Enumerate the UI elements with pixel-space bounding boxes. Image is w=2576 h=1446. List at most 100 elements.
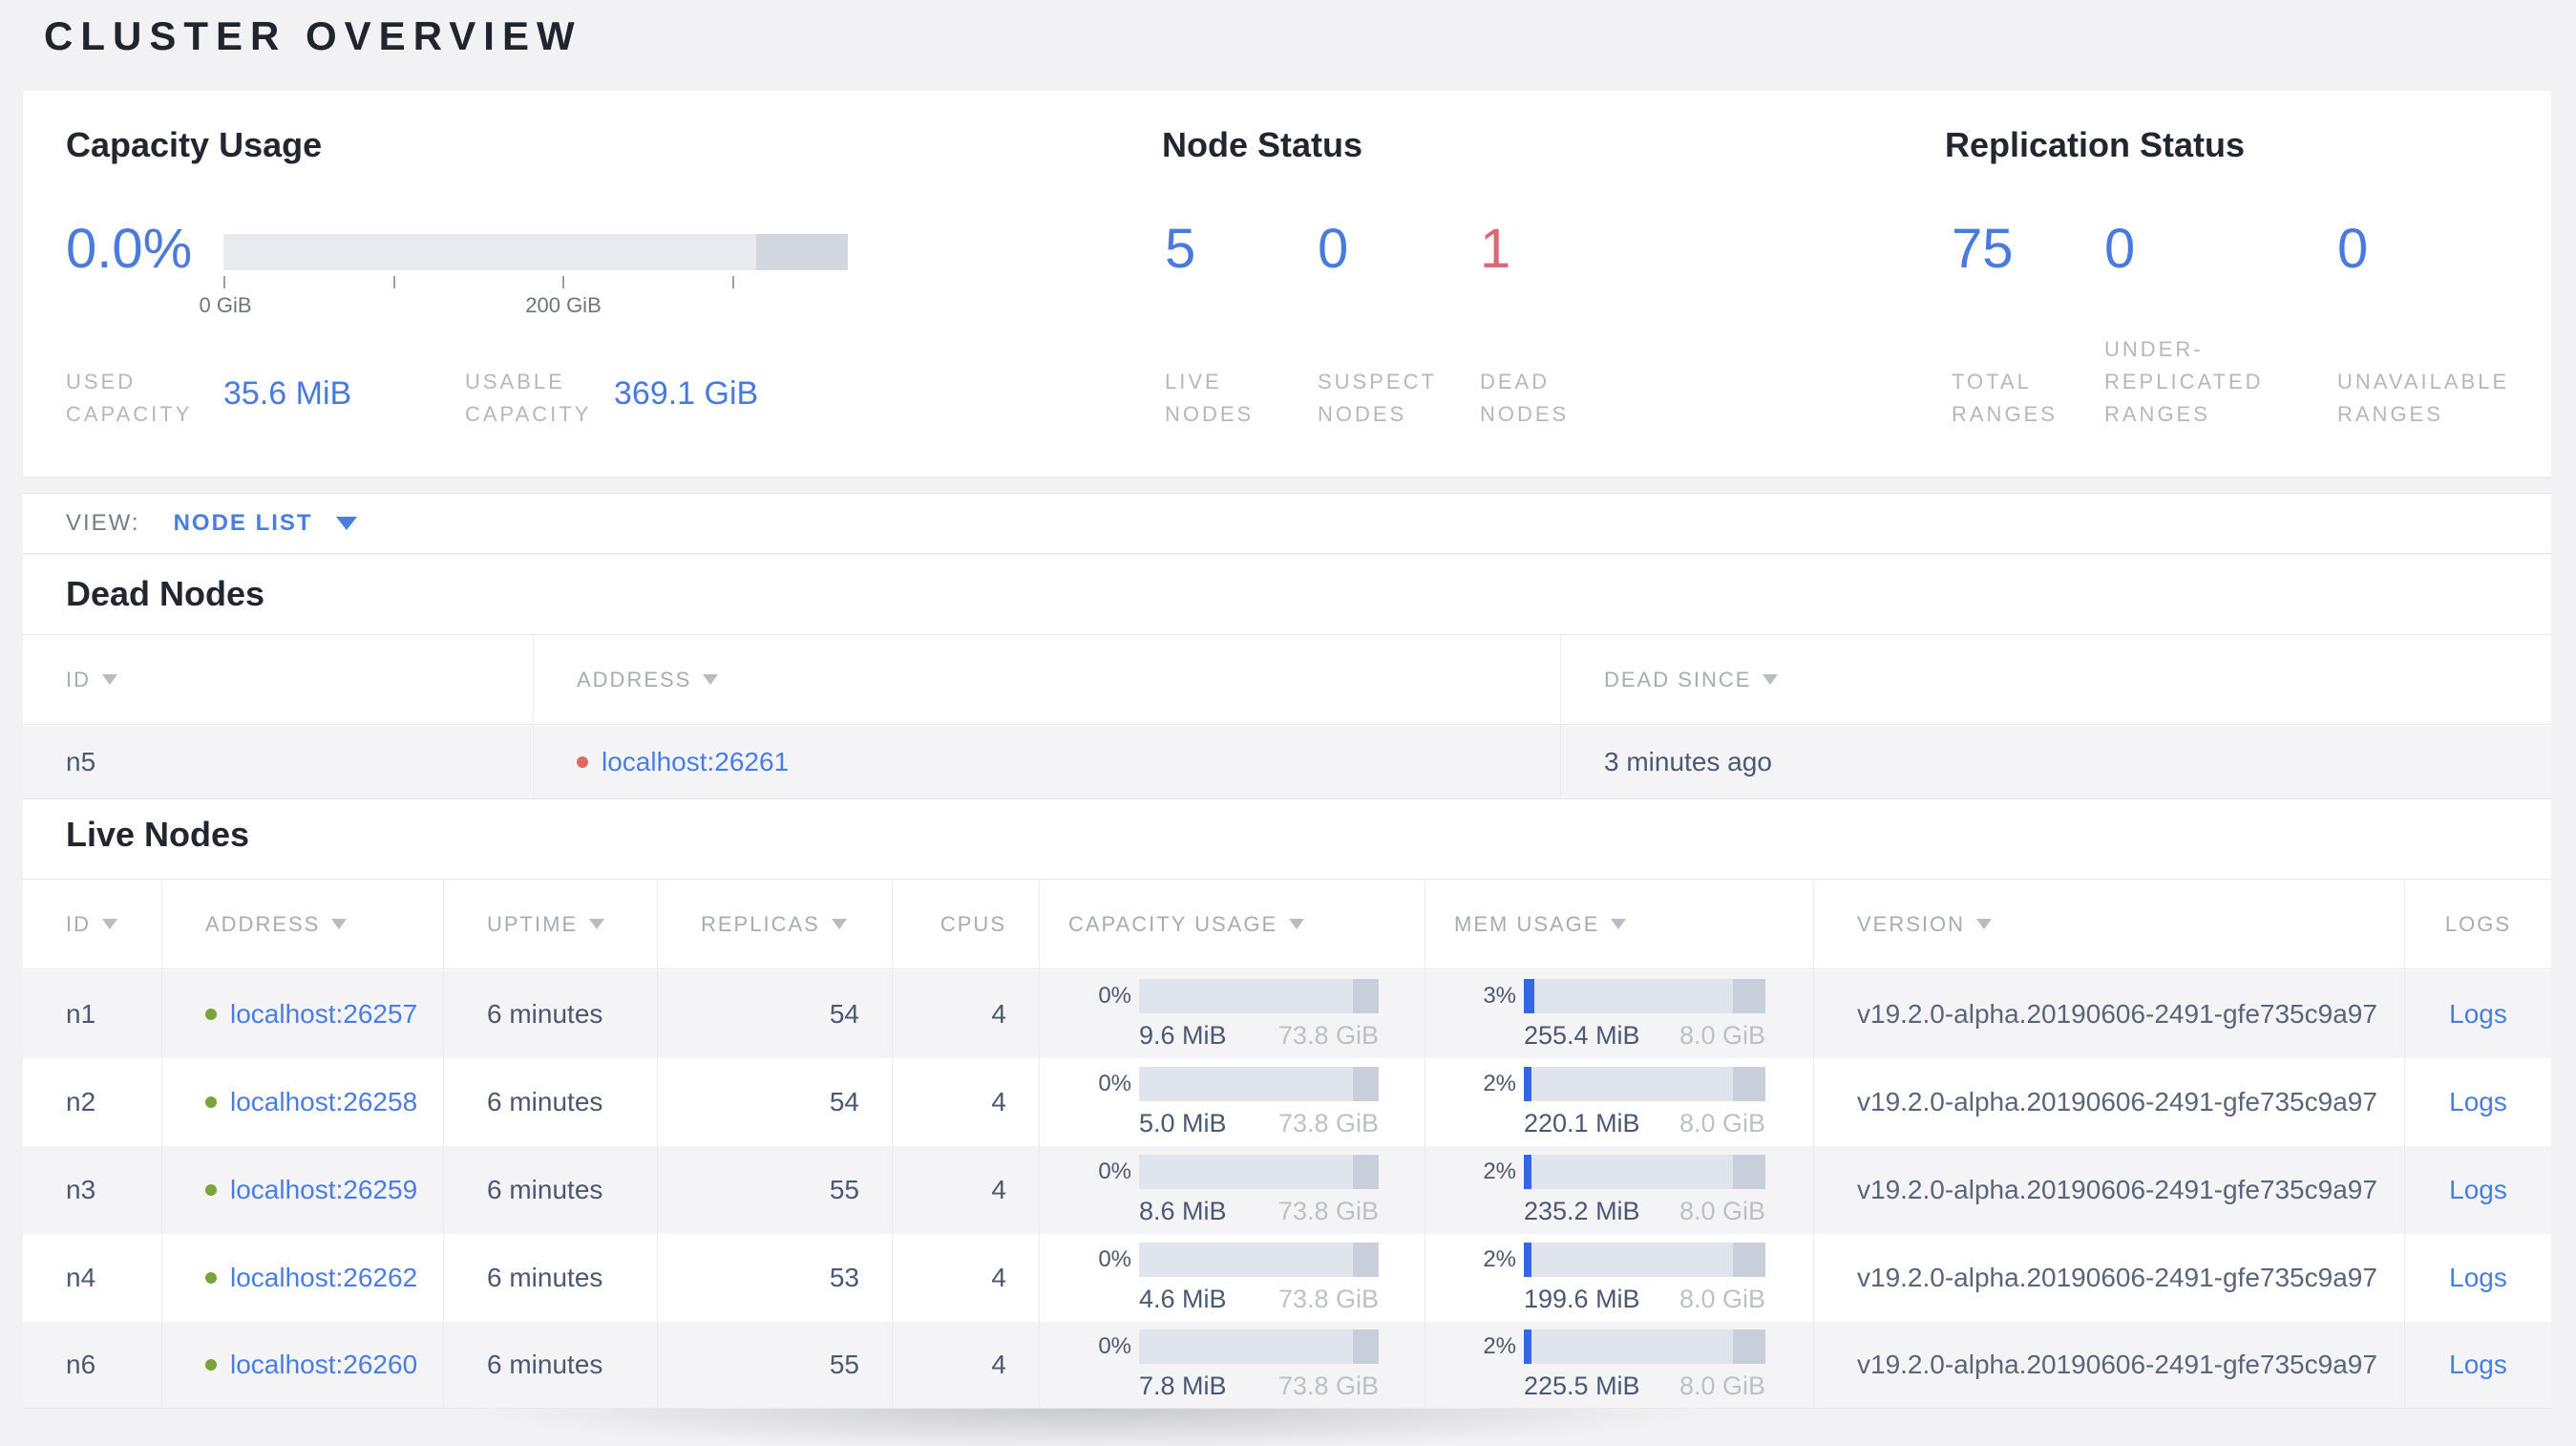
view-selector-bar: VIEW: NODE LIST	[23, 493, 2551, 554]
nodes-panel: Dead Nodes ID ADDRESS DEAD SINCE n5 loca…	[23, 555, 2551, 1409]
dead-col-id[interactable]: ID	[23, 635, 534, 724]
cpus-value: 4	[991, 999, 1006, 1029]
dead-node-address-link[interactable]: localhost:26261	[602, 747, 789, 777]
logs-link[interactable]: Logs	[2449, 1350, 2507, 1380]
mem-bar	[1524, 1242, 1765, 1277]
usable-capacity-label: USABLE CAPACITY	[465, 366, 591, 431]
capacity-bar	[1139, 1242, 1379, 1277]
dead-node-id-value: n5	[66, 747, 96, 776]
mem-bar	[1524, 978, 1765, 1013]
node-id-cell: n2	[23, 1058, 162, 1146]
live-node-row: n3 localhost:26259 6 minutes 55 4 0% 8.6…	[23, 1146, 2551, 1234]
chevron-down-icon[interactable]	[335, 517, 357, 530]
live-col-uptime[interactable]: UPTIME	[444, 880, 658, 968]
total-ranges-count: 75	[1952, 218, 2014, 280]
cpus-value: 4	[991, 1175, 1006, 1204]
node-address-link[interactable]: localhost:26260	[230, 1350, 417, 1380]
dead-col-address[interactable]: ADDRESS	[534, 635, 1561, 724]
live-col-address[interactable]: ADDRESS	[162, 880, 444, 968]
mem-used-value: 199.6 MiB	[1524, 1284, 1640, 1313]
uptime-value: 6 minutes	[487, 1175, 603, 1204]
node-id-value: n1	[66, 999, 96, 1029]
live-col-id-label: ID	[66, 911, 91, 936]
logs-link[interactable]: Logs	[2449, 1087, 2507, 1117]
dead-col-id-label: ID	[66, 667, 91, 691]
capacity-bar-other-segment	[756, 234, 848, 270]
mem-pct: 2%	[1483, 1332, 1516, 1359]
view-dropdown[interactable]: NODE LIST	[174, 510, 357, 537]
live-col-id[interactable]: ID	[23, 880, 162, 968]
mem-bar-fill	[1524, 1154, 1531, 1189]
node-logs-cell: Logs	[2405, 1058, 2551, 1146]
node-address-link[interactable]: localhost:26262	[230, 1263, 417, 1293]
node-uptime-cell: 6 minutes	[444, 1234, 658, 1322]
under-replicated-ranges-count: 0	[2104, 218, 2136, 280]
node-address-link[interactable]: localhost:26257	[230, 999, 417, 1030]
uptime-value: 6 minutes	[487, 1087, 603, 1116]
capacity-usage-cell: 0% 9.6 MiB 73.8 GiB	[1040, 970, 1425, 1058]
dead-node-id: n5	[23, 726, 534, 798]
sort-caret-icon	[1763, 674, 1779, 685]
axis-tick	[393, 276, 395, 288]
logs-link[interactable]: Logs	[2449, 999, 2507, 1030]
mem-usage-cell: 3% 255.4 MiB 8.0 GiB	[1425, 970, 1814, 1058]
uptime-value: 6 minutes	[487, 1350, 603, 1379]
live-col-capacity[interactable]: CAPACITY USAGE	[1040, 880, 1425, 968]
capacity-total-value: 73.8 GiB	[1277, 1371, 1379, 1400]
live-col-version[interactable]: VERSION	[1814, 880, 2405, 968]
uptime-value: 6 minutes	[487, 1263, 603, 1292]
node-uptime-cell: 6 minutes	[444, 1322, 658, 1408]
node-replicas-cell: 53	[658, 1234, 893, 1322]
capacity-pct: 0%	[1098, 1332, 1131, 1359]
sort-caret-icon	[102, 674, 117, 685]
capacity-pct: 0%	[1098, 1070, 1131, 1096]
mem-used-value: 225.5 MiB	[1524, 1371, 1640, 1400]
panel-bottom-shadow	[411, 1409, 2034, 1446]
mem-total-value: 8.0 GiB	[1679, 1371, 1765, 1400]
capacity-total-value: 73.8 GiB	[1277, 1196, 1379, 1225]
replication-status-heading: Replication Status	[1945, 125, 2246, 164]
node-id-cell: n6	[23, 1322, 162, 1408]
logs-link[interactable]: Logs	[2449, 1263, 2507, 1293]
live-col-cpus[interactable]: CPUS	[893, 880, 1040, 968]
node-logs-cell: Logs	[2405, 1234, 2551, 1322]
live-col-mem[interactable]: MEM USAGE	[1425, 880, 1814, 968]
mem-usage-cell: 2% 225.5 MiB 8.0 GiB	[1425, 1322, 1814, 1408]
sort-caret-icon	[589, 919, 605, 929]
node-address-cell: localhost:26260	[162, 1322, 444, 1408]
capacity-percent-value: 0.0%	[66, 218, 193, 280]
under-replicated-line2: REPLICATED	[2104, 370, 2264, 393]
view-dropdown-value[interactable]: NODE LIST	[174, 510, 313, 537]
total-ranges-line1: TOTAL	[1952, 370, 2032, 393]
capacity-usage-cell: 0% 4.6 MiB 73.8 GiB	[1040, 1234, 1425, 1322]
capacity-bar-other-segment	[1353, 1154, 1379, 1189]
node-uptime-cell: 6 minutes	[444, 970, 658, 1058]
mem-pct: 3%	[1483, 982, 1516, 1009]
node-address-link[interactable]: localhost:26259	[230, 1175, 417, 1205]
live-col-version-label: VERSION	[1857, 911, 1966, 936]
live-col-replicas[interactable]: REPLICAS	[658, 880, 893, 968]
node-id-cell: n3	[23, 1146, 162, 1234]
node-replicas-cell: 54	[658, 970, 893, 1058]
live-label-line2: NODES	[1165, 402, 1255, 426]
logs-link[interactable]: Logs	[2449, 1175, 2507, 1205]
node-cpus-cell: 4	[893, 1146, 1040, 1234]
node-address-cell: localhost:26257	[162, 970, 444, 1058]
dead-node-row: n5 localhost:26261 3 minutes ago	[23, 726, 2551, 799]
mem-used-value: 235.2 MiB	[1524, 1196, 1640, 1225]
mem-bar-other-segment	[1733, 1066, 1765, 1101]
capacity-pct: 0%	[1098, 1158, 1131, 1184]
capacity-usage-bar: 0 GiB 200 GiB	[199, 234, 848, 330]
capacity-bar-track	[223, 234, 848, 270]
replicas-value: 55	[829, 1350, 859, 1379]
capacity-total-value: 73.8 GiB	[1277, 1020, 1379, 1050]
usable-label-line1: USABLE	[465, 370, 565, 393]
replicas-value: 54	[829, 1087, 859, 1116]
dead-label-line1: DEAD	[1480, 370, 1551, 393]
dead-col-dead-since[interactable]: DEAD SINCE	[1561, 635, 2551, 724]
unavailable-ranges-line2: RANGES	[2337, 402, 2443, 426]
node-address-link[interactable]: localhost:26258	[230, 1087, 417, 1117]
node-id-value: n2	[66, 1087, 96, 1116]
unavailable-ranges-line1: UNAVAILABLE	[2337, 370, 2510, 393]
node-id-value: n4	[66, 1263, 96, 1292]
